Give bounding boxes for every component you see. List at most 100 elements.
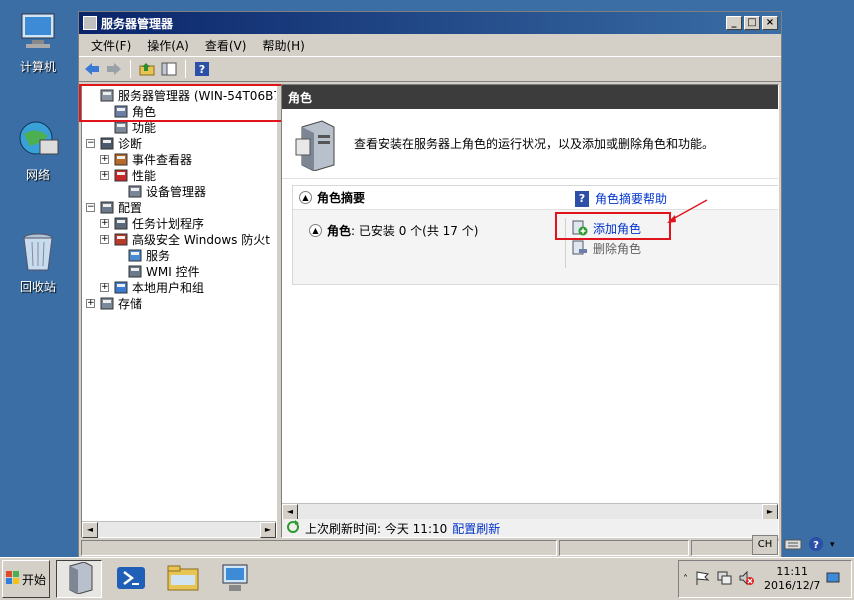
minimize-button[interactable]: _ (726, 16, 742, 30)
scroll-left-icon[interactable]: ◄ (82, 522, 98, 538)
show-hide-tree-icon[interactable] (160, 60, 178, 78)
tree-item[interactable]: WMI 控件 (82, 263, 276, 279)
configure-refresh-link[interactable]: 配置刷新 (452, 520, 500, 537)
start-label: 开始 (21, 572, 46, 587)
desktop-icon-recycle-bin[interactable]: 回收站 (6, 230, 70, 295)
collapse-icon[interactable]: ▲ (309, 224, 322, 237)
powershell-icon (116, 566, 146, 593)
up-folder-icon[interactable] (138, 60, 156, 78)
taskbar-powershell[interactable] (108, 560, 154, 598)
language-bar: CH ? ▾ (752, 534, 852, 556)
desktop-icon-label: 回收站 (19, 280, 56, 294)
collapse-icon[interactable]: − (86, 202, 95, 212)
roles-summary-help-link[interactable]: 角色摘要帮助 (595, 190, 667, 207)
svg-text:?: ? (199, 63, 205, 76)
services-icon (127, 248, 143, 262)
network-tray-icon[interactable] (716, 570, 732, 589)
server-manager-window: 服务器管理器 _ □ × 文件(F) 操作(A) 查看(V) 帮助(H) ? 服… (78, 11, 782, 559)
desktop-icon-computer[interactable]: 计算机 (6, 10, 70, 75)
desktop-icon-label: 网络 (25, 168, 50, 182)
task-scheduler-icon (113, 216, 129, 230)
menu-action[interactable]: 操作(A) (139, 37, 197, 54)
tree-item-label: WMI 控件 (146, 264, 200, 279)
tree-item[interactable]: + 任务计划程序 (82, 215, 276, 231)
clock[interactable]: 11:11 2016/12/7 (764, 565, 820, 593)
back-icon[interactable] (83, 60, 101, 78)
expand-icon[interactable]: + (100, 218, 109, 228)
help-icon: ? (575, 190, 589, 207)
tree-item[interactable]: 服务 (82, 247, 276, 263)
expand-icon[interactable]: + (100, 282, 109, 292)
details-pane: 角色 查看安装在服务器上角色的运行状况，以及添加或删除角色和功能。 ▲ 角色摘要… (281, 84, 779, 538)
show-desktop-icon[interactable] (826, 571, 840, 588)
tree-item-label: 本地用户和组 (132, 280, 205, 295)
remove-roles-action[interactable]: 删除角色 (566, 238, 778, 258)
refresh-footer: 上次刷新时间: 今天 11:10 配置刷新 (282, 519, 778, 537)
diagnostics-icon (99, 136, 115, 150)
tree-item[interactable]: 设备管理器 (82, 183, 276, 199)
tree-item-label: 任务计划程序 (132, 216, 205, 231)
close-button[interactable]: × (762, 16, 778, 30)
show-hidden-icons-icon[interactable]: ˄ (683, 574, 688, 585)
help-icon[interactable]: ? (193, 60, 211, 78)
status-bar (81, 540, 779, 557)
help-icon[interactable]: ? (808, 536, 824, 555)
network-icon (16, 118, 60, 162)
system-tray: ˄ 11:11 2016/12/7 (678, 560, 852, 598)
scroll-left-icon[interactable]: ◄ (282, 504, 298, 520)
details-horizontal-scrollbar[interactable]: ◄ ► (282, 503, 778, 520)
menu-bar: 文件(F) 操作(A) 查看(V) 帮助(H) (79, 34, 781, 56)
tree-item-label: 事件查看器 (132, 152, 193, 167)
action-center-flag-icon[interactable] (694, 570, 710, 589)
start-button[interactable]: 开始 (2, 560, 50, 598)
tree-item[interactable]: + 存储 (82, 295, 276, 311)
tree-item[interactable]: + 事件查看器 (82, 151, 276, 167)
taskbar-computer-management[interactable] (212, 560, 258, 598)
tree-item-label: 配置 (118, 200, 143, 215)
remove-roles-link[interactable]: 删除角色 (593, 240, 641, 257)
menu-help[interactable]: 帮助(H) (254, 37, 312, 54)
tree-horizontal-scrollbar[interactable]: ◄ ► (82, 521, 276, 538)
tree-item[interactable]: + 高级安全 Windows 防火t (82, 231, 276, 247)
toolbar: ? (79, 56, 781, 82)
computer-management-icon (219, 563, 251, 596)
collapse-icon[interactable]: − (86, 138, 95, 148)
menu-view[interactable]: 查看(V) (197, 37, 255, 54)
tree-item[interactable]: − 配置 (82, 199, 276, 215)
options-icon[interactable]: ▾ (830, 540, 835, 550)
storage-icon (99, 296, 115, 310)
expand-icon[interactable]: + (100, 234, 109, 244)
clock-date: 2016/12/7 (764, 579, 821, 592)
tree-item[interactable]: − 诊断 (82, 135, 276, 151)
tree-item[interactable]: + 本地用户和组 (82, 279, 276, 295)
roles-count: : 已安装 0 个(共 17 个) (351, 224, 479, 238)
roles-status: ▲ 角色 : 已安装 0 个(共 17 个) (309, 222, 478, 239)
intro-text: 查看安装在服务器上角色的运行状况，以及添加或删除角色和功能。 (354, 137, 715, 151)
maximize-button[interactable]: □ (744, 16, 760, 30)
taskbar-server-manager[interactable] (56, 560, 102, 598)
tree-item-label: 存储 (118, 296, 143, 311)
forward-icon[interactable] (105, 60, 123, 78)
scroll-right-icon[interactable]: ► (260, 522, 276, 538)
title-bar[interactable]: 服务器管理器 _ □ × (79, 12, 781, 34)
input-language-indicator[interactable]: CH (752, 535, 778, 555)
desktop-icon-label: 计算机 (19, 60, 56, 74)
server-roles-icon (294, 117, 340, 172)
desktop-icon-network[interactable]: 网络 (6, 118, 70, 183)
performance-icon (113, 168, 129, 182)
expand-icon[interactable]: + (100, 154, 109, 164)
menu-file[interactable]: 文件(F) (83, 37, 139, 54)
tree-item[interactable]: + 性能 (82, 167, 276, 183)
expand-icon[interactable]: + (100, 170, 109, 180)
window-title: 服务器管理器 (101, 16, 174, 31)
firewall-icon (113, 232, 129, 246)
taskbar-explorer[interactable] (160, 560, 206, 598)
volume-muted-icon[interactable] (738, 570, 754, 589)
keyboard-icon[interactable] (784, 537, 802, 554)
scroll-right-icon[interactable]: ► (762, 504, 778, 520)
highlight-box-add-role (555, 212, 671, 240)
tree-item-label: 诊断 (118, 136, 143, 151)
expand-icon[interactable]: + (86, 298, 95, 308)
computer-icon (16, 10, 60, 54)
collapse-icon[interactable]: ▲ (299, 191, 312, 204)
